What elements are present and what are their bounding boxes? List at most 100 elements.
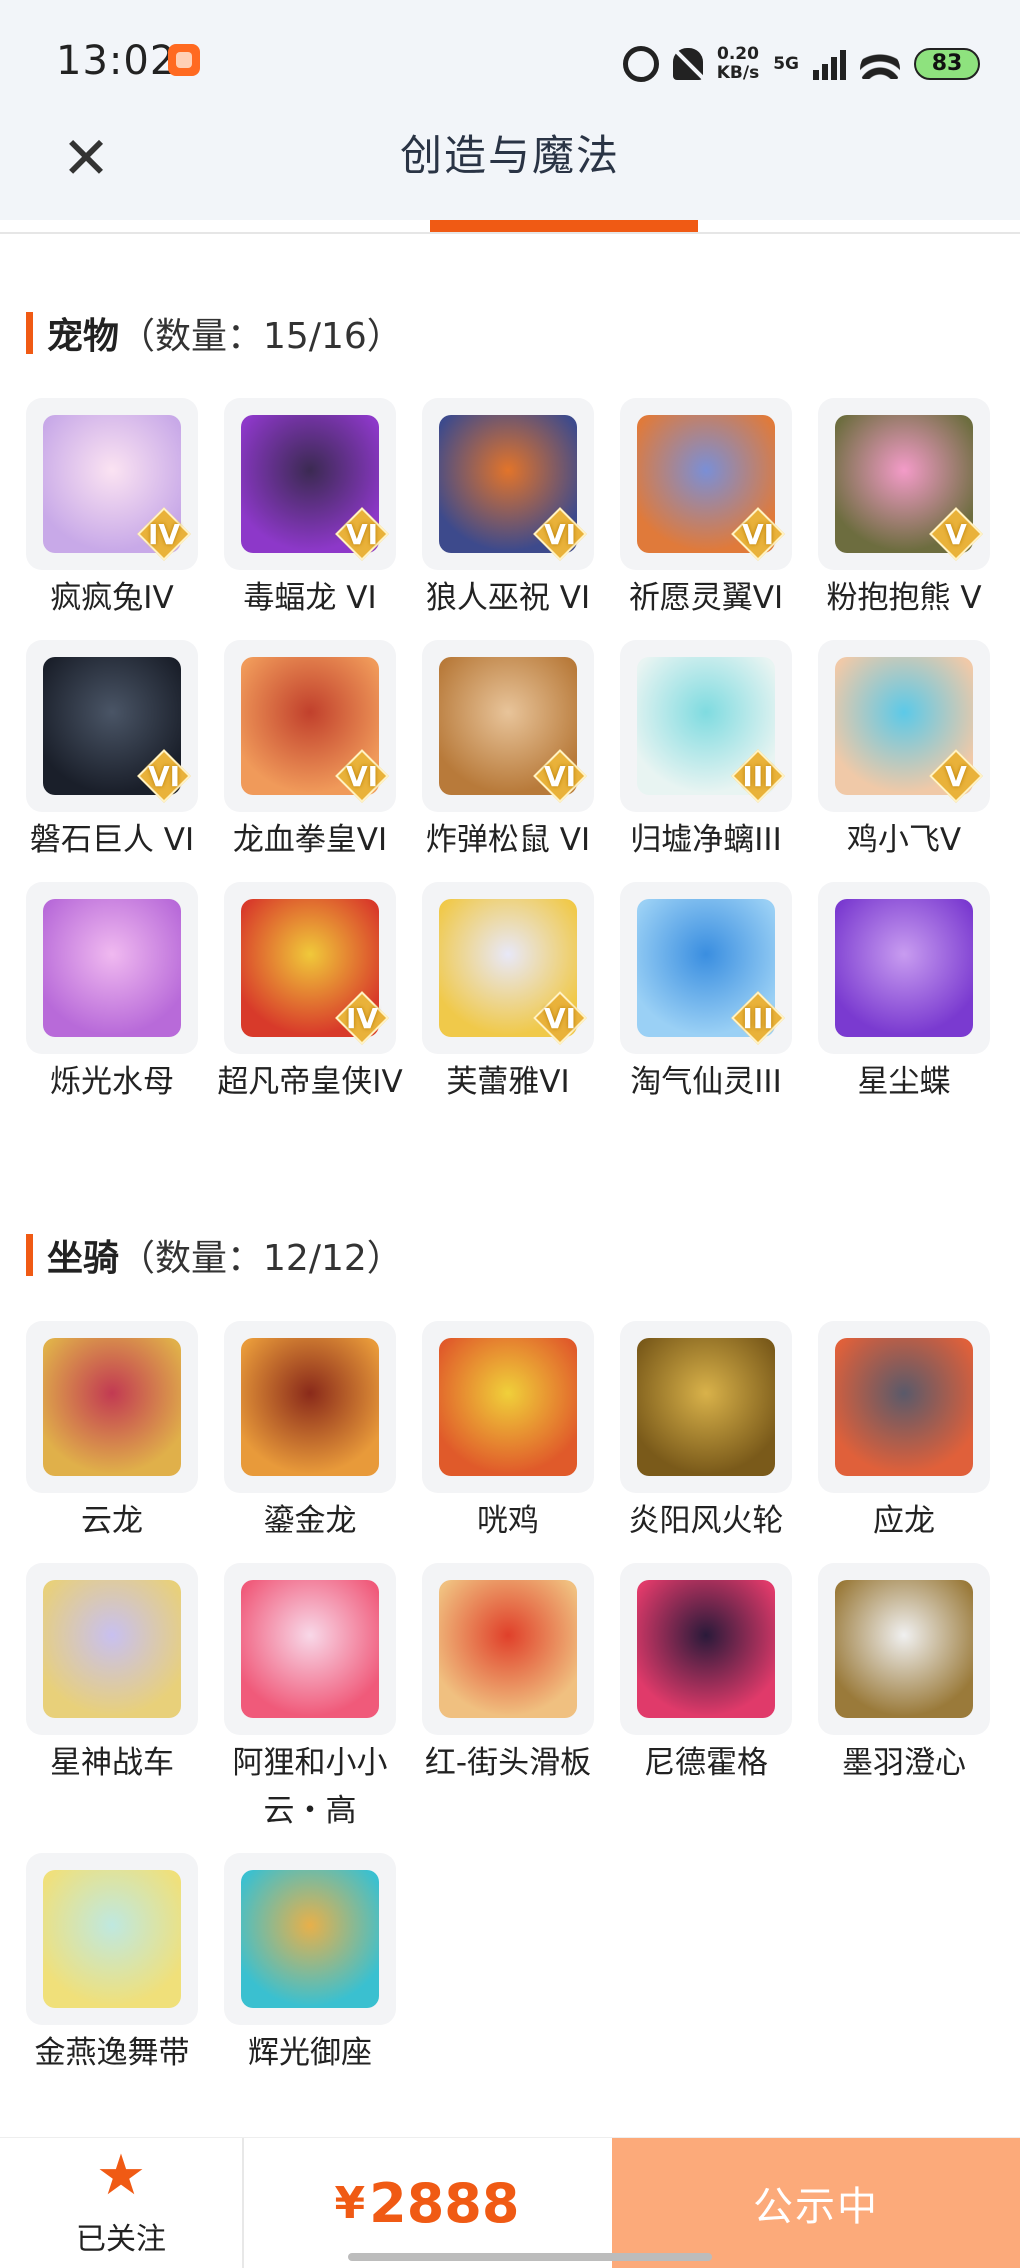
network-speed-unit: KB/s: [716, 63, 760, 83]
pets-section-count: （数量：15/16）: [119, 316, 403, 357]
item-thumbnail[interactable]: [26, 1563, 198, 1735]
grid-item[interactable]: 云龙: [26, 1321, 198, 1545]
grid-item[interactable]: VI 狼人巫祝 VI: [422, 398, 594, 622]
section-accent-bar: [26, 1234, 33, 1276]
item-label: 应龙: [873, 1503, 935, 1539]
item-thumbnail[interactable]: VI: [224, 640, 396, 812]
grid-item[interactable]: 辉光御座: [224, 1853, 396, 2077]
item-label: 阿狸和小小云・高: [232, 1745, 388, 1829]
item-label: 金燕逸舞带: [34, 2035, 190, 2071]
grid-item[interactable]: VI 芙蕾雅VI: [422, 882, 594, 1106]
grid-item[interactable]: VI 龙血拳皇VI: [224, 640, 396, 864]
page-title: 创造与魔法: [399, 131, 620, 180]
item-label: 疯疯兔IV: [50, 580, 174, 616]
ink-feather-mount-icon: [835, 1580, 973, 1718]
grid-item[interactable]: 墨羽澄心: [818, 1563, 990, 1835]
item-thumbnail[interactable]: [26, 882, 198, 1054]
star-icon: ★: [95, 2143, 147, 2208]
item-thumbnail[interactable]: VI: [422, 398, 594, 570]
item-thumbnail[interactable]: [26, 1321, 198, 1493]
grid-item[interactable]: IV 疯疯兔IV: [26, 398, 198, 622]
status-icons: 0.20 KB/s 5G 83: [622, 40, 980, 88]
item-label: 红-街头滑板: [424, 1745, 592, 1781]
stardust-butterfly-pet-icon: [835, 899, 973, 1037]
item-label: 淘气仙灵III: [630, 1064, 782, 1100]
item-thumbnail[interactable]: III: [620, 640, 792, 812]
network-speed-value: 0.20: [716, 44, 759, 64]
signal-icon: [813, 48, 846, 80]
item-thumbnail[interactable]: [224, 1853, 396, 2025]
rooster-mount-icon: [439, 1338, 577, 1476]
item-label: 烁光水母: [50, 1064, 174, 1100]
follow-button[interactable]: ★ 已关注: [0, 2138, 244, 2268]
rank-badge: VI: [342, 756, 382, 796]
grid-item[interactable]: 尼德霍格: [620, 1563, 792, 1835]
item-label: 星尘蝶: [857, 1064, 951, 1100]
grid-item[interactable]: 应龙: [818, 1321, 990, 1545]
item-thumbnail[interactable]: V: [818, 398, 990, 570]
item-label: 咣鸡: [477, 1503, 539, 1539]
item-thumbnail[interactable]: VI: [620, 398, 792, 570]
network-speed: 0.20 KB/s: [717, 45, 759, 83]
status-time: 13:02: [56, 38, 177, 84]
item-thumbnail[interactable]: IV: [26, 398, 198, 570]
item-label: 祈愿灵翼VI: [628, 580, 784, 616]
grid-item[interactable]: VI 祈愿灵翼VI: [620, 398, 792, 622]
item-thumbnail[interactable]: III: [620, 882, 792, 1054]
grid-item[interactable]: 星神战车: [26, 1563, 198, 1835]
grid-item[interactable]: 星尘蝶: [818, 882, 990, 1106]
item-thumbnail[interactable]: [224, 1321, 396, 1493]
top-nav: ✕ 创造与魔法: [0, 112, 1020, 220]
ying-dragon-mount-icon: [835, 1338, 973, 1476]
nidhogg-mount-icon: [637, 1580, 775, 1718]
item-label: 鎏金龙: [263, 1503, 357, 1539]
grid-item[interactable]: VI 炸弹松鼠 VI: [422, 640, 594, 864]
grid-item[interactable]: IV 超凡帝皇侠IV: [217, 882, 403, 1106]
rank-badge: VI: [540, 756, 580, 796]
rank-badge: IV: [144, 514, 184, 554]
item-thumbnail[interactable]: IV: [224, 882, 396, 1054]
grid-item[interactable]: 鎏金龙: [224, 1321, 396, 1545]
grid-item[interactable]: 阿狸和小小云・高: [224, 1563, 396, 1835]
grid-item[interactable]: III 归墟净螭III: [620, 640, 792, 864]
item-thumbnail[interactable]: VI: [422, 882, 594, 1054]
item-label: 云龙: [81, 1503, 143, 1539]
item-thumbnail[interactable]: [818, 882, 990, 1054]
item-thumbnail[interactable]: [620, 1321, 792, 1493]
cloud-dragon-mount-icon: [43, 1338, 181, 1476]
grid-item[interactable]: III 淘气仙灵III: [620, 882, 792, 1106]
item-thumbnail[interactable]: [26, 1853, 198, 2025]
grid-item[interactable]: VI 磐石巨人 VI: [26, 640, 198, 864]
price-value: 2888: [369, 2171, 520, 2235]
grid-item[interactable]: 红-街头滑板: [422, 1563, 594, 1835]
item-thumbnail[interactable]: [818, 1321, 990, 1493]
item-thumbnail[interactable]: [818, 1563, 990, 1735]
currency-symbol: ¥: [334, 2177, 366, 2229]
status-button[interactable]: 公示中: [612, 2138, 1020, 2268]
item-thumbnail[interactable]: [422, 1563, 594, 1735]
grid-item[interactable]: 炎阳风火轮: [620, 1321, 792, 1545]
tab-indicator: [430, 220, 698, 232]
item-label: 鸡小飞V: [846, 822, 962, 858]
item-thumbnail[interactable]: V: [818, 640, 990, 812]
rank-badge: VI: [342, 514, 382, 554]
grid-item[interactable]: 金燕逸舞带: [26, 1853, 198, 2077]
item-label: 墨羽澄心: [842, 1745, 966, 1781]
home-indicator[interactable]: [348, 2253, 712, 2261]
section-accent-bar: [26, 312, 33, 354]
grid-item[interactable]: 烁光水母: [26, 882, 198, 1106]
rank-badge: V: [936, 514, 976, 554]
grid-item[interactable]: VI 毒蝠龙 VI: [224, 398, 396, 622]
jellyfish-pet-icon: [43, 899, 181, 1037]
item-thumbnail[interactable]: [422, 1321, 594, 1493]
item-thumbnail[interactable]: VI: [224, 398, 396, 570]
grid-item[interactable]: V 粉抱抱熊 V: [818, 398, 990, 622]
golden-swallow-ribbon-mount-icon: [43, 1870, 181, 2008]
item-thumbnail[interactable]: VI: [26, 640, 198, 812]
item-thumbnail[interactable]: [620, 1563, 792, 1735]
grid-item[interactable]: 咣鸡: [422, 1321, 594, 1545]
grid-item[interactable]: V 鸡小飞V: [818, 640, 990, 864]
fire-wheel-mount-icon: [637, 1338, 775, 1476]
item-thumbnail[interactable]: [224, 1563, 396, 1735]
item-thumbnail[interactable]: VI: [422, 640, 594, 812]
